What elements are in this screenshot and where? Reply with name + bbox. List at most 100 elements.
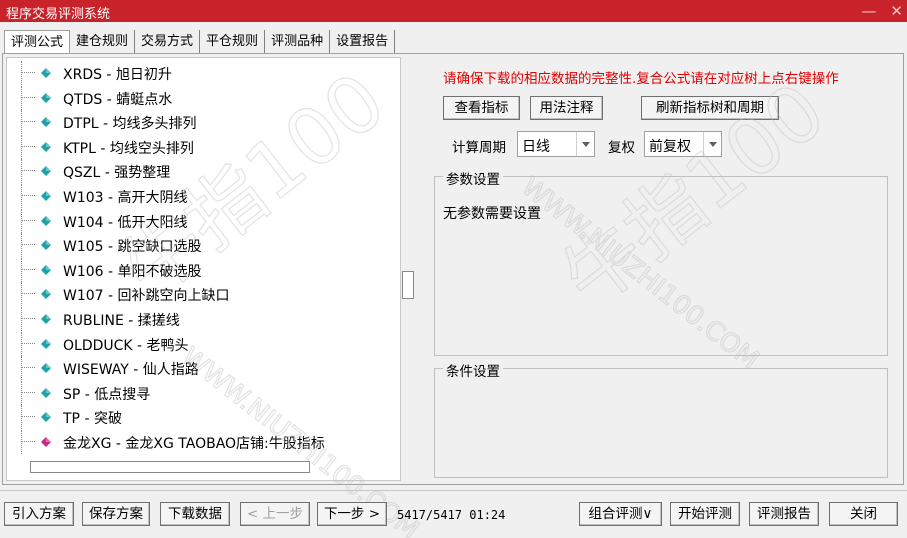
tree-item-label: WISEWAY - 仙人指路 bbox=[63, 362, 199, 379]
adjust-select[interactable]: 前复权 bbox=[644, 131, 722, 157]
tree-item[interactable]: W105 - 跳空缺口选股 bbox=[7, 233, 402, 258]
cyan-gem-icon bbox=[41, 166, 51, 177]
adjust-value: 前复权 bbox=[649, 139, 691, 155]
data-integrity-notice: 请确保下载的相应数据的完整性.复合公式请在对应树上点右键操作 bbox=[443, 71, 839, 87]
tab-eval-symbols[interactable]: 评测品种 bbox=[265, 30, 331, 54]
tree-branch-line bbox=[21, 96, 35, 98]
period-label: 计算周期 bbox=[452, 140, 506, 156]
tree-branch-line bbox=[21, 219, 35, 221]
tree-item[interactable]: KTPL - 均线空头排列 bbox=[7, 134, 402, 159]
save-plan-button[interactable]: 保存方案 bbox=[82, 502, 150, 526]
cyan-gem-icon bbox=[41, 264, 51, 275]
tree-connector-line bbox=[21, 282, 22, 307]
conditions-legend: 条件设置 bbox=[443, 360, 503, 380]
tab-trade-mode[interactable]: 交易方式 bbox=[135, 30, 201, 54]
params-content: 无参数需要设置 bbox=[443, 206, 541, 222]
tab-report-settings[interactable]: 设置报告 bbox=[330, 30, 396, 54]
eval-report-button[interactable]: 评测报告 bbox=[749, 502, 819, 526]
tree-connector-line bbox=[21, 405, 22, 430]
download-data-button[interactable]: 下载数据 bbox=[160, 502, 230, 526]
cyan-gem-icon bbox=[41, 387, 51, 398]
tree-item[interactable]: WISEWAY - 仙人指路 bbox=[7, 356, 402, 381]
cyan-gem-icon bbox=[41, 68, 51, 78]
tab-close-rules[interactable]: 平仓规则 bbox=[200, 30, 266, 54]
tree-connector-line bbox=[21, 233, 22, 258]
tree-connector-line bbox=[21, 356, 22, 381]
tree-item[interactable]: TP - 突破 bbox=[7, 405, 402, 430]
progress-status: 5417/5417 01:24 bbox=[397, 508, 506, 522]
tree-connector-line bbox=[21, 307, 22, 331]
tree-connector-line bbox=[21, 61, 22, 85]
params-legend: 参数设置 bbox=[443, 168, 503, 188]
cyan-gem-icon bbox=[41, 412, 51, 423]
tree-item-label: XRDS - 旭日初升 bbox=[63, 67, 172, 83]
tree-item-label: SP - 低点搜寻 bbox=[63, 386, 151, 403]
tree-item[interactable]: RUBLINE - 揉搓线 bbox=[7, 307, 402, 331]
tree-item[interactable]: W104 - 低开大阳线 bbox=[7, 208, 402, 233]
close-button[interactable]: 关闭 bbox=[829, 502, 898, 526]
tree-connector-line bbox=[21, 257, 22, 282]
footer-divider bbox=[0, 490, 907, 491]
window-controls: — ✕ bbox=[861, 0, 903, 22]
cyan-gem-icon bbox=[41, 338, 51, 349]
cyan-gem-icon bbox=[41, 92, 51, 103]
tree-branch-line bbox=[21, 293, 35, 295]
refresh-indicator-tree-button[interactable]: 刷新指标树和周期 bbox=[641, 96, 779, 120]
tree-item[interactable]: QSZL - 强势整理 bbox=[7, 159, 402, 184]
tree-item-label: W103 - 高开大阴线 bbox=[63, 190, 188, 206]
next-step-button[interactable]: 下一步 > bbox=[317, 502, 387, 526]
window-title: 程序交易评测系统 bbox=[6, 7, 111, 22]
cyan-gem-icon bbox=[41, 240, 51, 251]
cyan-gem-icon bbox=[41, 117, 51, 128]
tree-branch-line bbox=[21, 342, 35, 344]
import-plan-button[interactable]: 引入方案 bbox=[4, 502, 74, 526]
tree-branch-line bbox=[21, 72, 35, 73]
tree-vertical-scrollbar[interactable] bbox=[402, 271, 414, 299]
tree-item[interactable]: OLDDUCK - 老鸭头 bbox=[7, 331, 402, 356]
prev-step-button[interactable]: < 上一步 bbox=[240, 502, 310, 526]
cyan-gem-icon bbox=[41, 314, 51, 324]
tree-branch-line bbox=[21, 268, 35, 270]
tree-branch-line bbox=[21, 391, 35, 393]
tree-item[interactable]: W103 - 高开大阴线 bbox=[7, 184, 402, 208]
params-group: 参数设置 无参数需要设置 bbox=[434, 168, 888, 356]
chevron-down-icon[interactable] bbox=[576, 132, 594, 156]
tree-item-label: OLDDUCK - 老鸭头 bbox=[63, 337, 189, 354]
tree-item[interactable]: XRDS - 旭日初升 bbox=[7, 61, 402, 85]
minimize-icon[interactable]: — bbox=[861, 1, 876, 21]
tree-connector-line bbox=[21, 110, 22, 135]
magenta-gem-icon bbox=[41, 437, 51, 447]
tree-item-label: W107 - 回补跳空向上缺口 bbox=[63, 288, 230, 305]
tree-connector-line bbox=[21, 380, 22, 405]
tree-item[interactable]: QTDS - 蜻蜓点水 bbox=[7, 85, 402, 110]
formula-tree[interactable]: XRDS - 旭日初升 QTDS - 蜻蜓点水 DTPL - 均线多头排列 KTPL … bbox=[6, 57, 401, 481]
tree-item[interactable]: 金龙XG - 金龙XG TAOBAO店铺:牛股指标 bbox=[7, 430, 402, 454]
chevron-down-icon[interactable] bbox=[703, 132, 721, 156]
tree-item-label: RUBLINE - 揉搓线 bbox=[63, 313, 180, 329]
combo-eval-button[interactable]: 组合评测∨ bbox=[579, 502, 662, 526]
tree-item[interactable]: W106 - 单阳不破选股 bbox=[7, 257, 402, 282]
period-select[interactable]: 日线 bbox=[517, 131, 595, 157]
tree-item[interactable]: DTPL - 均线多头排列 bbox=[7, 110, 402, 135]
usage-notes-button[interactable]: 用法注释 bbox=[530, 96, 603, 120]
start-eval-button[interactable]: 开始评测 bbox=[670, 502, 740, 526]
tree-item[interactable]: W107 - 回补跳空向上缺口 bbox=[7, 282, 402, 307]
tab-open-rules[interactable]: 建仓规则 bbox=[70, 30, 136, 54]
tree-branch-line bbox=[21, 367, 35, 369]
close-icon[interactable]: ✕ bbox=[890, 1, 903, 21]
cyan-gem-icon bbox=[41, 191, 51, 201]
cyan-gem-icon bbox=[41, 215, 51, 226]
cyan-gem-icon bbox=[41, 363, 51, 374]
view-indicator-button[interactable]: 查看指标 bbox=[443, 96, 520, 120]
tree-horizontal-scrollbar[interactable] bbox=[30, 461, 310, 473]
tree-item-label: W104 - 低开大阳线 bbox=[63, 214, 188, 231]
cyan-gem-icon bbox=[41, 141, 51, 152]
tab-formula[interactable]: 评测公式 bbox=[4, 30, 71, 55]
tree-connector-line bbox=[21, 331, 22, 356]
tree-branch-line bbox=[21, 195, 35, 196]
tree-item[interactable]: SP - 低点搜寻 bbox=[7, 380, 402, 405]
cyan-gem-icon bbox=[41, 289, 51, 300]
tree-connector-line bbox=[21, 430, 22, 454]
tree-branch-line bbox=[21, 244, 35, 246]
tree-branch-line bbox=[21, 121, 35, 123]
